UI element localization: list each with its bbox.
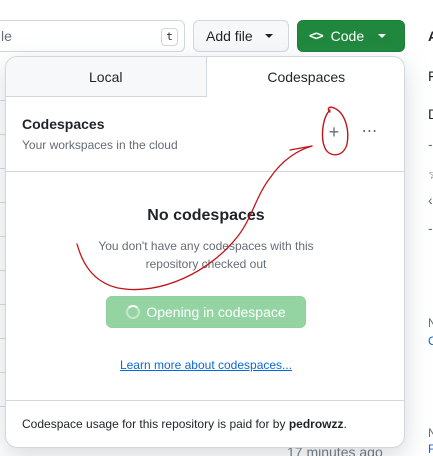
billing-user[interactable]: pedrowzz <box>289 417 344 431</box>
bg-peek-text: D <box>428 106 433 122</box>
codespaces-title: Codespaces <box>22 116 105 132</box>
go-to-file-input[interactable]: le t <box>0 20 185 52</box>
chevron-down-icon <box>264 34 273 38</box>
learn-more-link[interactable]: Learn more about codespaces... <box>6 358 404 372</box>
plus-icon[interactable]: + <box>322 121 346 145</box>
tab-local[interactable]: Local <box>6 57 206 96</box>
bg-peek-text: - <box>428 136 433 152</box>
bg-peek-text: A <box>428 28 433 44</box>
billing-note: Codespace usage for this repository is p… <box>22 417 347 431</box>
bg-peek-text: F <box>428 68 433 84</box>
codespaces-footer: Codespace usage for this repository is p… <box>6 400 404 447</box>
file-search-shortcut-key: t <box>161 28 178 46</box>
clone-tabs: Local Codespaces <box>6 57 404 97</box>
kebab-horizontal-icon[interactable]: ⋯ <box>358 121 382 145</box>
file-search-text: le <box>1 28 12 44</box>
bg-peek-text: N <box>428 316 433 330</box>
billing-prefix: Codespace usage for this repository is p… <box>22 417 286 431</box>
open-in-codespace-label: Opening in codespace <box>146 304 286 320</box>
code-button[interactable]: <> Code <box>297 20 405 52</box>
codespaces-subtitle: Your workspaces in the cloud <box>22 138 178 152</box>
spinner-icon <box>126 305 141 319</box>
bg-peek-link[interactable]: F <box>428 442 433 456</box>
code-button-label: Code <box>330 28 365 44</box>
code-dropdown-panel: Local Codespaces Codespaces Your workspa… <box>5 56 405 448</box>
billing-suffix: . <box>343 417 347 431</box>
bg-peek-text: - <box>428 220 433 236</box>
open-in-codespace-button[interactable]: Opening in codespace <box>106 296 306 328</box>
star-icon: ☆ <box>428 166 433 183</box>
tab-codespaces[interactable]: Codespaces <box>205 57 404 97</box>
bg-peek-text: ‹ <box>428 192 433 208</box>
page: le t Add file <> Code A F D - ☆ ‹ - N C … <box>0 0 433 456</box>
empty-state-title: No codespaces <box>147 207 265 224</box>
code-icon: <> <box>309 28 324 44</box>
chevron-down-icon <box>378 34 387 38</box>
codespaces-header: Codespaces Your workspaces in the cloud … <box>6 97 404 172</box>
bg-peek-text: N <box>428 426 433 440</box>
empty-state-description: You don't have any codespaces with this … <box>98 239 314 271</box>
bg-peek-link[interactable]: C <box>428 334 433 348</box>
add-file-button[interactable]: Add file <box>193 20 289 52</box>
add-file-label: Add file <box>206 28 253 44</box>
